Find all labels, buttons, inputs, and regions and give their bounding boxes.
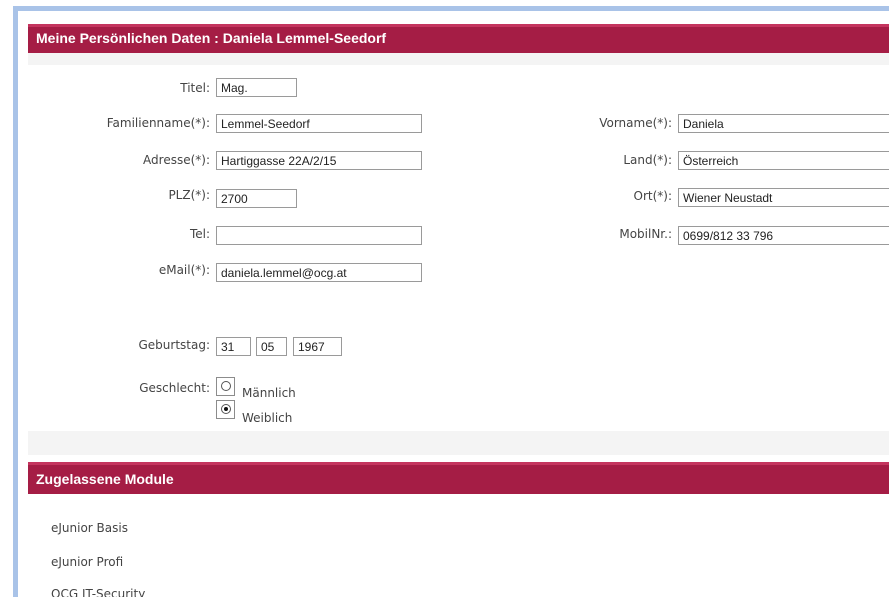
- birthday-month-input[interactable]: 05: [256, 337, 287, 356]
- adresse-label: Adresse(*):: [143, 153, 210, 167]
- personal-data-header: Meine Persönlichen Daten : Daniela Lemme…: [28, 24, 889, 53]
- familienname-label: Familienname(*):: [106, 116, 210, 130]
- top-band: [28, 53, 889, 65]
- land-input[interactable]: Österreich: [678, 151, 889, 170]
- module-item: eJunior Profi: [51, 555, 124, 569]
- tel-input[interactable]: [216, 226, 422, 245]
- birthday-year-input[interactable]: 1967: [293, 337, 342, 356]
- land-label: Land(*):: [623, 153, 672, 167]
- radio-circle-icon: [221, 381, 231, 391]
- radio-weiblich-label: Weiblich: [242, 411, 293, 425]
- page-frame: Meine Persönlichen Daten : Daniela Lemme…: [13, 6, 889, 597]
- geschlecht-label: Geschlecht:: [139, 381, 210, 395]
- personal-data-form: Titel: Mag. Familienname(*): Lemmel-Seed…: [28, 53, 889, 455]
- geburtstag-label: Geburtstag:: [138, 338, 210, 352]
- ort-label: Ort(*):: [633, 189, 673, 203]
- radio-weiblich[interactable]: [216, 400, 235, 419]
- bottom-band: [28, 431, 889, 455]
- tel-label: Tel:: [189, 227, 210, 241]
- ort-input[interactable]: Wiener Neustadt: [678, 188, 889, 207]
- adresse-input[interactable]: Hartiggasse 22A/2/15: [216, 151, 422, 170]
- mobilnr-label: MobilNr.:: [619, 227, 672, 241]
- radio-maennlich-label: Männlich: [242, 386, 296, 400]
- titel-label: Titel:: [180, 81, 210, 95]
- modules-header: Zugelassene Module: [28, 462, 889, 494]
- radio-circle-selected-icon: [221, 404, 231, 414]
- radio-maennlich[interactable]: [216, 377, 235, 396]
- plz-input[interactable]: 2700: [216, 189, 297, 208]
- familienname-input[interactable]: Lemmel-Seedorf: [216, 114, 422, 133]
- radio-dot-icon: [224, 407, 228, 411]
- mobilnr-input[interactable]: 0699/812 33 796: [678, 226, 889, 245]
- modules-title: Zugelassene Module: [36, 471, 174, 487]
- email-label: eMail(*):: [158, 263, 210, 277]
- module-item: OCG IT-Security: [51, 587, 146, 597]
- birthday-day-input[interactable]: 31: [216, 337, 251, 356]
- plz-label: PLZ(*):: [168, 188, 210, 202]
- module-item: eJunior Basis: [51, 521, 128, 535]
- email-input[interactable]: daniela.lemmel@ocg.at: [216, 263, 422, 282]
- personal-data-title: Meine Persönlichen Daten : Daniela Lemme…: [36, 30, 387, 46]
- vorname-input[interactable]: Daniela: [678, 114, 889, 133]
- titel-input[interactable]: Mag.: [216, 78, 297, 97]
- vorname-label: Vorname(*):: [599, 116, 672, 130]
